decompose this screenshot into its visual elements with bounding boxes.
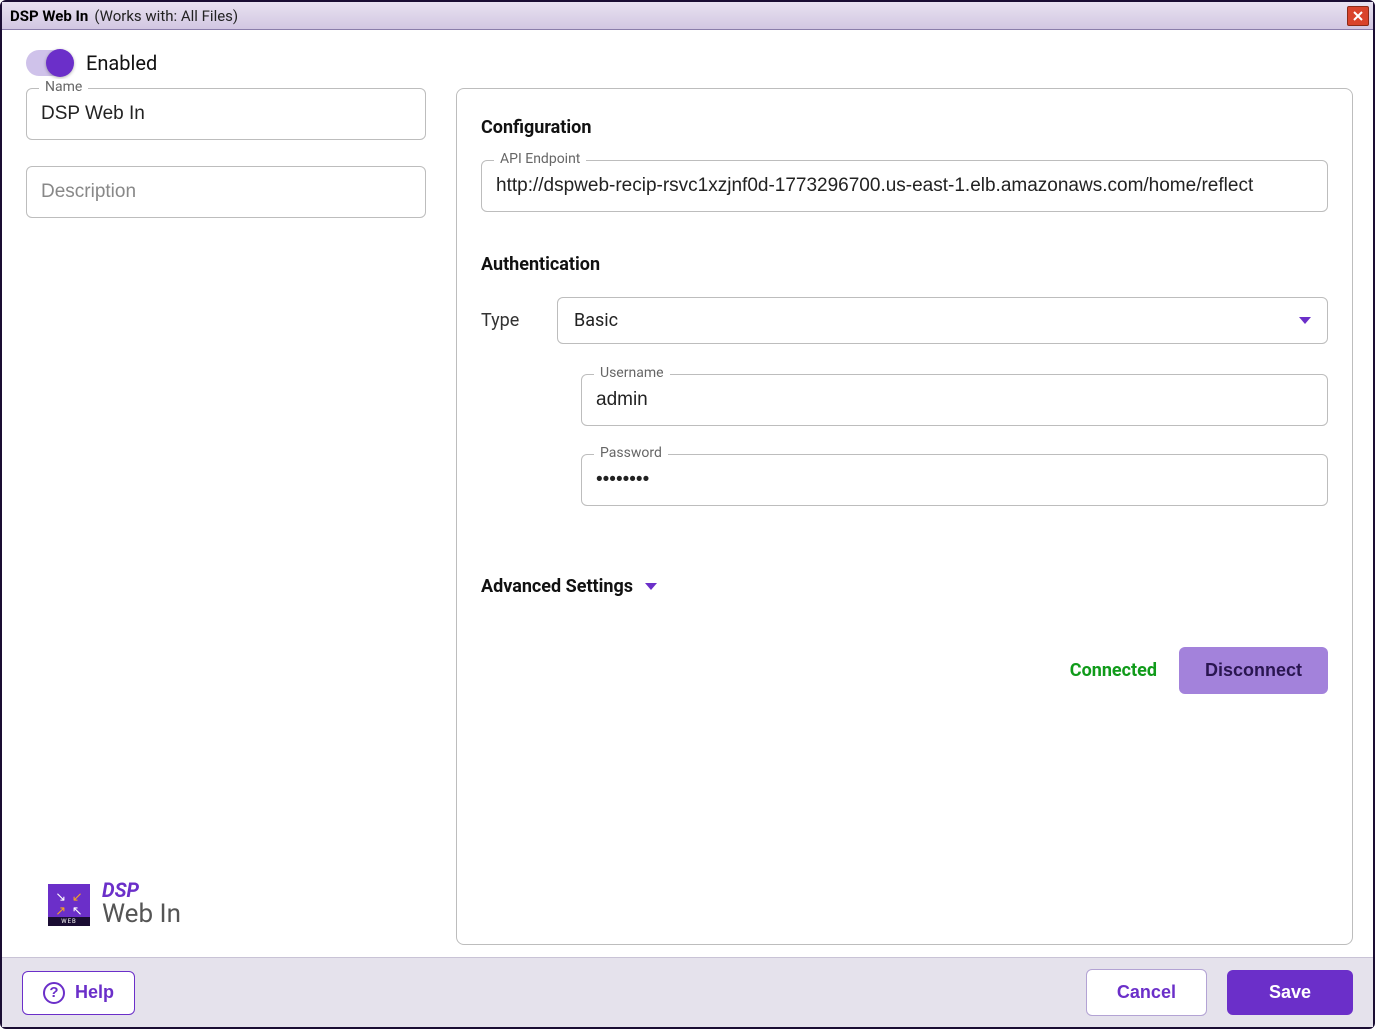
name-input[interactable] [41,103,411,125]
window-title-sub: (Works with: All Files) [94,7,238,25]
password-label: Password [594,445,668,461]
title-bar: DSP Web In (Works with: All Files) [2,2,1373,30]
api-endpoint-label: API Endpoint [494,151,586,167]
main-columns: Name ↘↙ ↗↖ WEB DSP [2,88,1373,957]
help-label: Help [75,982,114,1003]
brand-mini-label: WEB [48,917,90,926]
credential-fields: Username Password [581,374,1328,506]
brand-area: ↘↙ ↗↖ WEB DSP Web In [26,874,426,945]
enabled-label: Enabled [86,51,157,75]
brand-text: DSP Web In [102,880,181,929]
authentication-section: Type Basic Username Password [481,297,1328,506]
password-input[interactable] [596,469,1313,491]
brand-line1: DSP [102,880,181,900]
password-field-wrapper: Password [581,454,1328,506]
username-field-wrapper: Username [581,374,1328,426]
window-title-main: DSP Web In [10,7,88,25]
enabled-row: Enabled [2,30,1373,88]
username-input[interactable] [596,389,1313,411]
dialog-footer: ? Help Cancel Save [2,957,1373,1027]
right-panel: Configuration API Endpoint Authenticatio… [456,88,1353,945]
description-input[interactable] [41,181,411,203]
auth-type-row: Type Basic [481,297,1328,344]
auth-type-select[interactable]: Basic [557,297,1328,344]
auth-type-value: Basic [574,310,618,331]
close-button[interactable] [1347,6,1369,26]
brand-line2: Web In [102,900,181,929]
brand-icon: ↘↙ ↗↖ WEB [48,884,90,926]
close-icon [1353,11,1363,21]
name-field-wrapper: Name [26,88,426,140]
configuration-title: Configuration [481,117,1328,138]
chevron-down-icon [1299,317,1311,324]
disconnect-button[interactable]: Disconnect [1179,647,1328,694]
dialog-body: Enabled Name ↘↙ ↗↖ [2,30,1373,957]
name-label: Name [39,79,88,95]
auth-type-label: Type [481,310,529,331]
api-endpoint-field-wrapper: API Endpoint [481,160,1328,212]
connection-status: Connected [1070,660,1157,681]
advanced-settings-toggle[interactable]: Advanced Settings [481,576,1328,597]
description-field-wrapper [26,166,426,218]
toggle-knob [46,49,74,77]
save-button[interactable]: Save [1227,970,1353,1015]
api-endpoint-input[interactable] [496,175,1313,197]
username-label: Username [594,365,670,381]
dialog-window: DSP Web In (Works with: All Files) Enabl… [0,0,1375,1029]
advanced-settings-label: Advanced Settings [481,576,633,597]
enabled-toggle[interactable] [26,50,72,76]
chevron-down-icon [645,583,657,590]
cancel-button[interactable]: Cancel [1086,969,1207,1016]
help-button[interactable]: ? Help [22,971,135,1015]
connection-row: Connected Disconnect [481,647,1328,694]
left-column: Name ↘↙ ↗↖ WEB DSP [26,88,426,945]
help-icon: ? [43,982,65,1004]
authentication-title: Authentication [481,254,1328,275]
